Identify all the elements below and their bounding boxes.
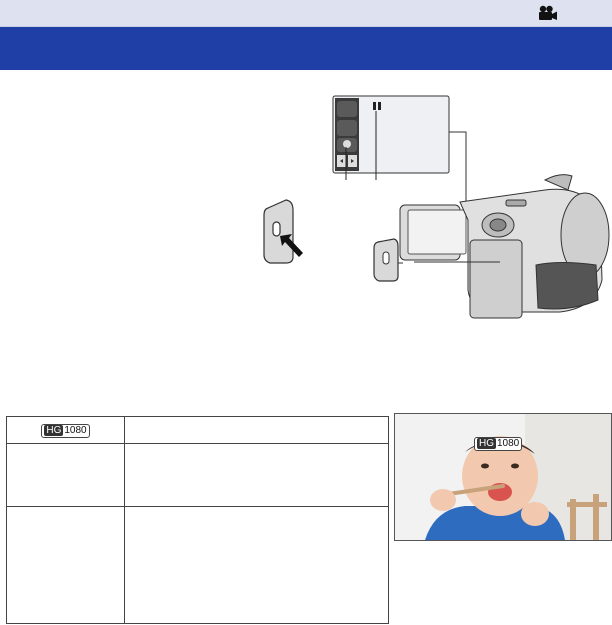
power-button-closeup — [263, 199, 303, 264]
recording-mode-table: HG 1080 — [6, 416, 389, 624]
table-cell-description — [124, 443, 389, 507]
hg1080-osd-badge: HG 1080 — [474, 437, 523, 451]
power-button-small — [373, 238, 399, 282]
title-band — [0, 27, 612, 70]
camcorder-body — [380, 174, 610, 319]
table-cell-label — [6, 506, 125, 624]
table-cell-label — [6, 443, 125, 507]
table-cell-description — [124, 416, 389, 444]
baby-eating-photo — [395, 414, 611, 540]
header-band — [0, 0, 612, 27]
table-cell-mode-badge: HG 1080 — [6, 416, 125, 444]
hg1080-badge: HG 1080 — [41, 424, 90, 438]
baby-photo: HG 1080 — [394, 413, 612, 541]
table-row: HG 1080 — [6, 416, 389, 444]
camcorder-illustration — [263, 95, 610, 319]
table-row — [6, 443, 389, 507]
table-row — [6, 506, 389, 624]
table-cell-description — [124, 506, 389, 624]
lcd-screen — [332, 95, 467, 204]
movie-camera-icon — [538, 5, 558, 26]
